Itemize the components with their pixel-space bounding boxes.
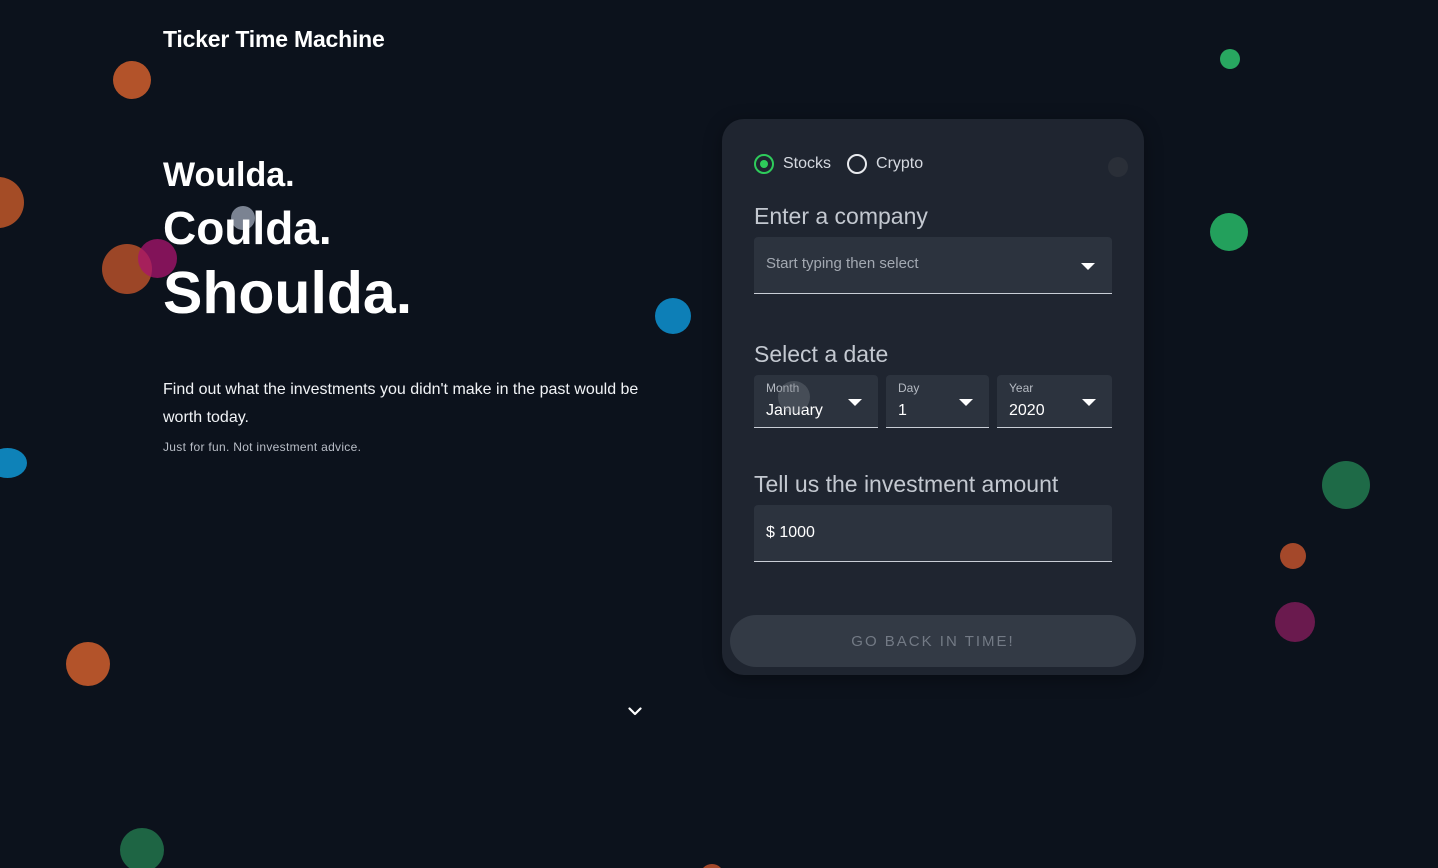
hero-line-shoulda: Shoulda. (163, 260, 413, 326)
company-placeholder: Start typing then select (766, 255, 919, 272)
hero-line-coulda: Coulda. (163, 202, 332, 254)
decorative-bubble (0, 177, 24, 228)
decorative-bubble (1280, 543, 1306, 569)
date-section-label: Select a date (754, 341, 889, 367)
decorative-bubble (1108, 157, 1128, 177)
amount-section-label: Tell us the investment amount (754, 471, 1059, 497)
radio-crypto[interactable]: Crypto (847, 154, 923, 174)
disclaimer: Just for fun. Not investment advice. (163, 440, 362, 454)
decorative-bubble (0, 448, 27, 478)
day-label: Day (898, 381, 920, 395)
caret-down-icon[interactable] (848, 399, 862, 406)
radio-crypto-label[interactable]: Crypto (876, 155, 923, 173)
caret-down-icon[interactable] (1082, 399, 1096, 406)
decorative-bubble (655, 298, 691, 334)
year-label: Year (1009, 381, 1034, 395)
hero-line-woulda: Woulda. (163, 156, 295, 194)
app-title: Ticker Time Machine (163, 26, 385, 52)
page: Ticker Time Machine Woulda. Coulda. Shou… (0, 0, 1438, 868)
amount-value: $ 1000 (766, 524, 815, 541)
investment-form-card: Stocks Crypto Enter a company Start typi… (722, 119, 1144, 675)
investment-amount-input[interactable]: $ 1000 (754, 505, 1112, 562)
radio-unchecked-icon[interactable] (847, 154, 868, 174)
decorative-bubble (700, 864, 724, 868)
decorative-bubble (1275, 602, 1315, 642)
decorative-bubble (113, 61, 151, 99)
asset-type-radio-group: Stocks Crypto (754, 154, 939, 174)
decorative-bubble (1322, 461, 1370, 509)
decorative-bubble (1210, 213, 1248, 251)
go-back-in-time-button[interactable]: GO BACK IN TIME! (730, 615, 1136, 667)
day-select[interactable]: Day 1 (886, 375, 989, 428)
radio-checked-icon[interactable] (754, 154, 774, 174)
company-autocomplete-input[interactable]: Start typing then select (754, 237, 1112, 294)
caret-down-icon[interactable] (1081, 263, 1095, 270)
month-select[interactable]: Month January (754, 375, 878, 428)
caret-down-icon[interactable] (959, 399, 973, 406)
day-value: 1 (898, 402, 907, 419)
radio-stocks[interactable]: Stocks (754, 154, 831, 174)
hero-headline: Woulda. Coulda. Shoulda. (163, 150, 412, 330)
decorative-bubble (1220, 49, 1240, 69)
decorative-bubble (66, 642, 110, 686)
decorative-bubble (120, 828, 164, 868)
year-select[interactable]: Year 2020 (997, 375, 1112, 428)
decorative-bubble (778, 381, 810, 413)
year-value: 2020 (1009, 402, 1045, 419)
chevron-down-icon[interactable] (626, 702, 644, 720)
radio-stocks-label[interactable]: Stocks (783, 155, 831, 173)
company-section-label: Enter a company (754, 203, 928, 229)
tagline: Find out what the investments you didn't… (163, 381, 639, 426)
